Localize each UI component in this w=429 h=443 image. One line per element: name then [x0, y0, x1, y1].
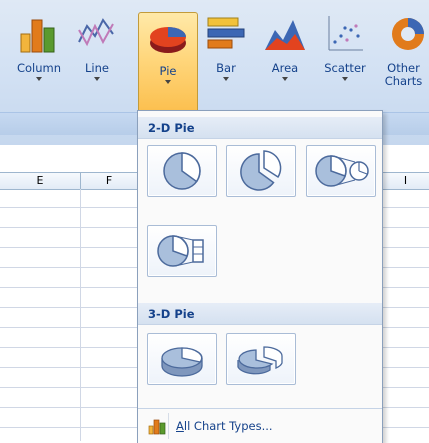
pie-label: Pie [159, 64, 177, 78]
bar-chart-icon [207, 17, 245, 49]
exploded-3d-pie-chart-option[interactable] [226, 333, 296, 385]
other-charts-label-line1: Other [387, 61, 420, 75]
other-charts-button[interactable]: Other Charts [378, 10, 429, 116]
column-header-i[interactable]: I [382, 173, 429, 189]
scatter-chart-icon [328, 16, 363, 51]
column-chart-small-icon [148, 419, 166, 435]
exploded-pie-chart-option[interactable] [226, 145, 296, 197]
line-dropdown-arrow [94, 77, 100, 81]
line-chart-button[interactable]: Line [76, 10, 118, 116]
column-chart-icon [20, 19, 55, 53]
pie-chart-icon [150, 27, 186, 53]
column-chart-button[interactable]: Column [14, 10, 64, 116]
column-header-f[interactable]: F [81, 173, 138, 189]
area-label: Area [271, 61, 299, 75]
all-chart-types-item[interactable]: All Chart Types... [138, 408, 382, 443]
column-header-e[interactable]: E [0, 173, 81, 189]
area-chart-button[interactable]: Area [262, 10, 308, 116]
pie-chart-dropdown: 2-D Pie 3-D Pie All Chart Types... [137, 110, 383, 443]
other-charts-label: Other Charts [385, 62, 423, 88]
section-header-2d-pie: 2-D Pie [138, 117, 382, 139]
bar-of-pie-icon [157, 235, 204, 267]
section-header-3d-pie: 3-D Pie [138, 303, 382, 325]
line-chart-icon [78, 18, 114, 47]
other-charts-icon [391, 18, 424, 50]
3d-pie-chart-option[interactable] [147, 333, 217, 385]
3d-pie-icon [161, 347, 203, 377]
pie-icon [163, 152, 201, 190]
all-chart-types-label: All Chart Types... [176, 419, 273, 433]
bar-chart-button[interactable]: Bar [204, 10, 248, 116]
pie-dropdown-arrow [165, 80, 171, 84]
column-label: Column [16, 61, 62, 75]
area-chart-icon [265, 20, 305, 50]
pie-of-pie-chart-option[interactable] [306, 145, 376, 197]
pie-chart-button[interactable]: Pie [138, 12, 198, 118]
area-dropdown-arrow [282, 77, 288, 81]
line-label: Line [85, 61, 109, 75]
exploded-pie-icon [240, 150, 282, 191]
other-charts-label-line2: Charts [384, 74, 423, 88]
bar-label: Bar [216, 61, 236, 75]
scatter-label: Scatter [324, 61, 366, 75]
bar-dropdown-arrow [223, 77, 229, 81]
pie-of-pie-icon [315, 155, 369, 187]
footer-separator [168, 413, 169, 439]
scatter-dropdown-arrow [342, 77, 348, 81]
scatter-chart-button[interactable]: Scatter [318, 10, 372, 116]
pie-chart-option[interactable] [147, 145, 217, 197]
exploded-3d-pie-icon [237, 346, 283, 375]
bar-of-pie-chart-option[interactable] [147, 225, 217, 277]
column-dropdown-arrow [36, 77, 42, 81]
